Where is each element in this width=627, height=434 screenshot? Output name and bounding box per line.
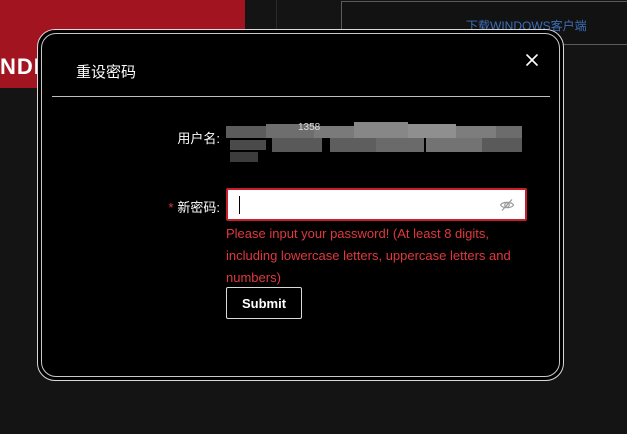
username-value-masked: 1358 bbox=[226, 120, 522, 164]
close-button[interactable] bbox=[521, 49, 543, 71]
password-error-message: Please input your password! (At least 8 … bbox=[226, 226, 511, 285]
new-password-label-text: 新密码: bbox=[177, 200, 220, 215]
modal-title: 重设密码 bbox=[76, 64, 137, 81]
background-app-text: NDI bbox=[0, 54, 41, 79]
username-partial-text: 1358 bbox=[298, 122, 321, 133]
close-icon bbox=[526, 54, 538, 66]
text-caret bbox=[239, 196, 240, 214]
new-password-field[interactable] bbox=[226, 188, 527, 221]
password-visibility-toggle[interactable] bbox=[499, 197, 515, 213]
eye-off-icon bbox=[499, 199, 515, 211]
modal-header-divider bbox=[52, 96, 550, 97]
username-label: 用户名: bbox=[177, 131, 220, 146]
required-mark: * bbox=[168, 200, 174, 215]
background-divider bbox=[276, 0, 277, 32]
new-password-label: * 新密码: bbox=[150, 197, 220, 216]
submit-button[interactable]: Submit bbox=[226, 287, 302, 319]
